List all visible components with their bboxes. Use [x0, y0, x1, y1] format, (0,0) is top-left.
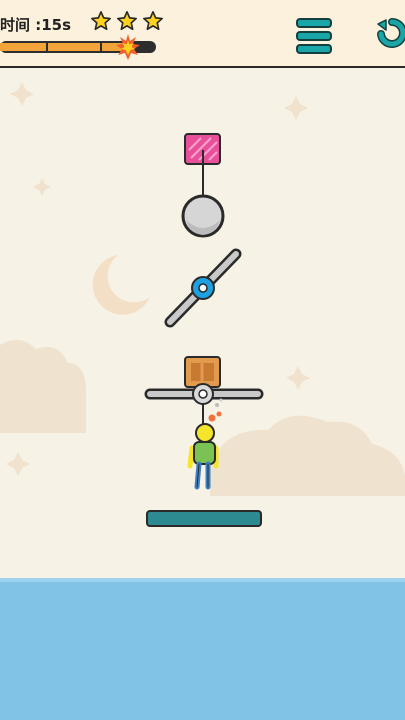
sparkle-decor: [6, 452, 30, 476]
star-rating: [90, 10, 164, 32]
game-scene: [0, 82, 405, 720]
sparkle-decor: [284, 96, 308, 120]
stickman-head: [195, 423, 215, 443]
top-hud: 时间 :15s: [0, 0, 405, 68]
cloud-left: [0, 339, 86, 433]
star-icon: [143, 11, 163, 31]
wooden-crate: [184, 356, 221, 388]
progress-tick: [46, 43, 48, 51]
star-icon: [91, 11, 111, 31]
rotating-bar-horizontal[interactable]: [144, 383, 264, 405]
pin-center: [198, 389, 208, 399]
progress-tick: [100, 43, 102, 51]
spark: [219, 398, 223, 402]
menu-bar: [296, 31, 332, 41]
moon-decor: [92, 255, 150, 315]
menu-button[interactable]: [296, 18, 332, 54]
spark: [215, 403, 219, 407]
water: [0, 578, 405, 720]
time-progress-fill: [0, 43, 125, 51]
pin-center: [198, 283, 208, 293]
wrecking-ball-assembly: [181, 133, 225, 238]
timer-label: 时间 :15s: [0, 16, 72, 34]
menu-bar: [296, 18, 332, 28]
sparkle-decor: [286, 366, 310, 390]
menu-bar: [296, 44, 332, 54]
landing-platform: [146, 510, 262, 527]
star-icon: [117, 11, 137, 31]
cloud-right: [210, 415, 405, 496]
spark: [208, 414, 216, 422]
spark: [216, 411, 222, 417]
sparkle-decor: [33, 178, 51, 196]
rotating-bar-diagonal[interactable]: [164, 248, 242, 328]
sparkle-decor: [10, 82, 34, 106]
stickman-body: [193, 441, 216, 465]
flame-icon: [116, 34, 140, 60]
restart-icon[interactable]: [372, 14, 405, 50]
